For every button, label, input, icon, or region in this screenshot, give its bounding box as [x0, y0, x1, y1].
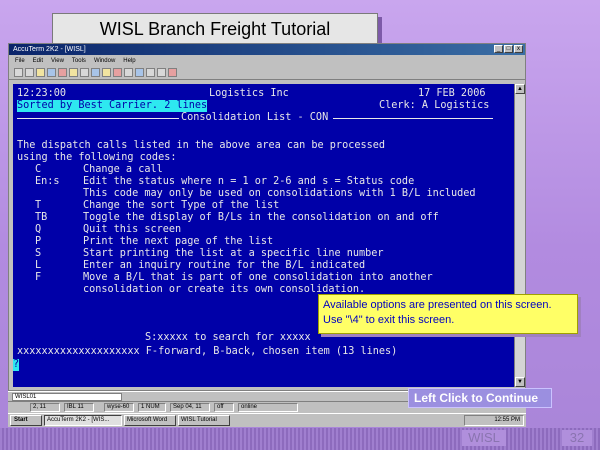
code-s-desc: Start printing the list at a specific li…: [83, 248, 384, 259]
search-hint: S:xxxxx to search for xxxxx: [145, 332, 311, 343]
close-button[interactable]: x: [514, 45, 523, 53]
settings-icon[interactable]: [102, 68, 111, 77]
code-p-desc: Print the next page of the list: [83, 236, 274, 247]
code-c: C: [35, 164, 42, 175]
macro-icon[interactable]: [157, 68, 166, 77]
code-l-desc: Enter an inquiry routine for the B/L ind…: [83, 260, 366, 271]
continue-button[interactable]: Left Click to Continue: [408, 388, 552, 408]
help-icon[interactable]: [168, 68, 177, 77]
info-callout: Available options are presented on this …: [318, 294, 578, 334]
toolbar: [9, 66, 525, 80]
copy-icon[interactable]: [69, 68, 78, 77]
code-tb: TB: [35, 212, 48, 223]
code-ens-desc: Edit the status where n = 1 or 2-6 and s…: [83, 176, 415, 187]
window-titlebar[interactable]: AccuTerm 2K2 - [WISL] _ □ x: [9, 44, 525, 55]
page-number: 32: [562, 430, 592, 446]
status-emulation: wyse-60: [104, 403, 134, 412]
intro-line-1: The dispatch calls listed in the above a…: [17, 140, 386, 151]
code-t: T: [35, 200, 42, 211]
status-mode: IBL 11: [64, 403, 94, 412]
code-s: S: [35, 248, 42, 259]
header-divider-left: [17, 118, 179, 119]
nav-line: xxxxxxxxxxxxxxxxxxxx F-forward, B-back, …: [17, 346, 398, 357]
slide-title: WISL Branch Freight Tutorial: [52, 13, 378, 45]
menu-bar: File Edit View Tools Window Help: [9, 55, 525, 66]
capture-icon[interactable]: [135, 68, 144, 77]
terminal-app-window: AccuTerm 2K2 - [WISL] _ □ x File Edit Vi…: [8, 43, 526, 391]
status-capture: off: [214, 403, 234, 412]
new-icon[interactable]: [14, 68, 23, 77]
taskbar: Start AccuTerm 2K2 - [WIS... Microsoft W…: [8, 413, 526, 427]
print-icon[interactable]: [47, 68, 56, 77]
cut-icon[interactable]: [58, 68, 67, 77]
sort-status: Sorted by Best Carrier. 2 lines: [17, 100, 208, 112]
clerk-label: Clerk: A Logistics: [379, 100, 490, 111]
footer-brand: WISL: [462, 430, 506, 446]
paste-icon[interactable]: [80, 68, 89, 77]
status-num: 1 NUM: [138, 403, 166, 412]
terminal-time: 12:23:00: [17, 88, 67, 99]
menu-help[interactable]: Help: [123, 58, 135, 64]
menu-view[interactable]: View: [51, 58, 64, 64]
window-title: AccuTerm 2K2 - [WISL]: [13, 46, 86, 53]
maximize-button[interactable]: □: [504, 45, 513, 53]
menu-tools[interactable]: Tools: [72, 58, 86, 64]
callout-line-1: Available options are presented on this …: [323, 299, 552, 311]
task-accuterm[interactable]: AccuTerm 2K2 - [WIS...: [44, 415, 122, 426]
status-connection: online: [238, 403, 298, 412]
terminal-screen[interactable]: 12:23:00 Logistics Inc 17 FEB 2006 Sorte…: [13, 84, 514, 387]
callout-line-2: Use "\4" to exit this screen.: [323, 314, 455, 326]
save-icon[interactable]: [36, 68, 45, 77]
scroll-down-icon[interactable]: ▼: [515, 377, 525, 387]
intro-line-2: using the following codes:: [17, 152, 177, 163]
code-l: L: [35, 260, 42, 271]
footer-stripe: [0, 428, 600, 450]
session-input[interactable]: WISL01: [12, 393, 122, 401]
terminal-date: 17 FEB 2006: [418, 88, 486, 99]
code-ens: En:s: [35, 176, 60, 187]
section-title: Consolidation List - CON: [181, 112, 329, 123]
code-c-desc: Change a call: [83, 164, 163, 175]
code-f-desc: Move a B/L that is part of one consolida…: [83, 272, 433, 283]
terminal-company: Logistics Inc: [209, 88, 289, 99]
header-divider-right: [333, 118, 493, 119]
code-q: Q: [35, 224, 42, 235]
vertical-scrollbar[interactable]: ▲ ▼: [514, 84, 525, 387]
code-q-desc: Quit this screen: [83, 224, 182, 235]
transfer-icon[interactable]: [146, 68, 155, 77]
status-cursor-pos: 2, 11: [30, 403, 60, 412]
code-t-desc: Change the sort Type of the list: [83, 200, 280, 211]
task-word[interactable]: Microsoft Word: [124, 415, 176, 426]
code-f: F: [35, 272, 42, 283]
open-icon[interactable]: [25, 68, 34, 77]
status-date: Sep 04, 11: [170, 403, 210, 412]
task-tutorial[interactable]: WISL Tutorial: [178, 415, 230, 426]
start-button[interactable]: Start: [10, 415, 42, 426]
minimize-button[interactable]: _: [494, 45, 503, 53]
system-clock: 12:55 PM: [464, 415, 524, 426]
menu-window[interactable]: Window: [94, 58, 115, 64]
code-p: P: [35, 236, 42, 247]
find-icon[interactable]: [91, 68, 100, 77]
scroll-up-icon[interactable]: ▲: [515, 84, 525, 94]
code-tb-desc: Toggle the display of B/Ls in the consol…: [83, 212, 439, 223]
menu-file[interactable]: File: [15, 58, 25, 64]
disconnect-icon[interactable]: [124, 68, 133, 77]
code-ens-note: This code may only be used on consolidat…: [83, 188, 476, 199]
command-prompt[interactable]: ?: [13, 359, 20, 371]
menu-edit[interactable]: Edit: [33, 58, 43, 64]
connect-icon[interactable]: [113, 68, 122, 77]
